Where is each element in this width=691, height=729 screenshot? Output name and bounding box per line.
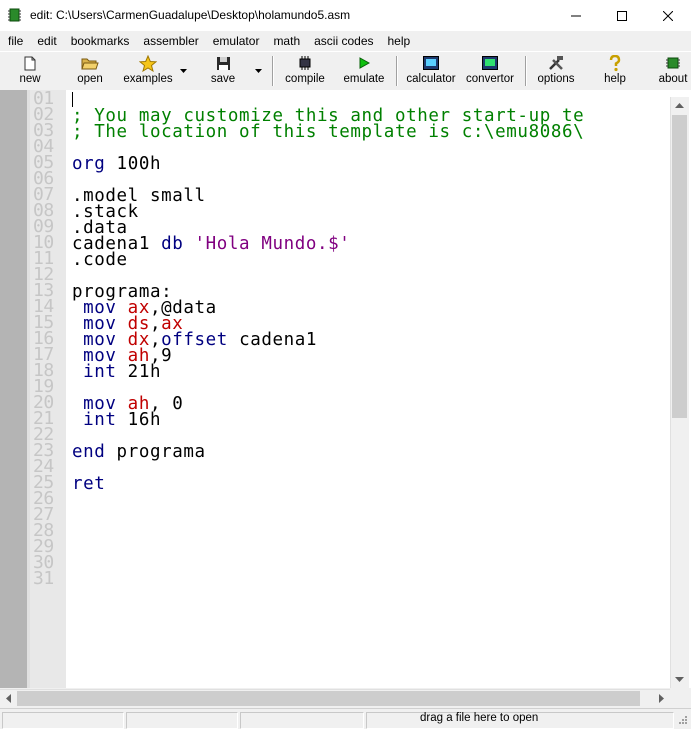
bookmark-gutter[interactable] xyxy=(0,90,27,688)
keyword: int xyxy=(72,410,117,430)
menu-bookmarks[interactable]: bookmarks xyxy=(63,34,136,48)
calculator-label: calculator xyxy=(406,73,456,85)
minimize-button[interactable] xyxy=(553,0,599,31)
save-label: save xyxy=(210,73,236,85)
floppy-icon xyxy=(216,56,230,70)
new-file-icon xyxy=(24,56,36,70)
operand: 16h xyxy=(116,410,162,430)
toolbar: new open examples save compile emulate c… xyxy=(0,51,691,91)
code-line-11: .code xyxy=(72,250,128,270)
about-button[interactable]: about xyxy=(655,54,691,88)
menu-help[interactable]: help xyxy=(380,34,417,48)
save-button[interactable]: save xyxy=(206,54,240,88)
help-question-icon xyxy=(609,54,621,71)
operand: 21h xyxy=(116,362,162,382)
close-icon xyxy=(663,10,673,21)
menu-edit[interactable]: edit xyxy=(29,34,62,48)
menu-bar: file edit bookmarks assembler emulator m… xyxy=(0,31,691,51)
resize-grip-icon[interactable] xyxy=(676,715,688,727)
options-button[interactable]: options xyxy=(533,54,579,88)
examples-button[interactable]: examples xyxy=(122,54,174,88)
help-label: help xyxy=(604,73,626,85)
convertor-icon xyxy=(482,56,498,70)
code-line-18: int 21h xyxy=(72,362,162,382)
new-label: new xyxy=(19,73,41,85)
code-line-21: int 16h xyxy=(72,410,162,430)
scroll-up-button[interactable] xyxy=(671,97,688,114)
emulate-label: emulate xyxy=(343,73,385,85)
keyword: end xyxy=(72,442,106,462)
menu-ascii-codes[interactable]: ascii codes xyxy=(306,34,379,48)
app-icon xyxy=(8,8,21,22)
examples-label: examples xyxy=(123,73,173,85)
open-button[interactable]: open xyxy=(70,54,110,88)
title-bar: edit: C:\Users\CarmenGuadalupe\Desktop\h… xyxy=(0,0,691,31)
toolbar-separator xyxy=(525,56,527,86)
window-title: edit: C:\Users\CarmenGuadalupe\Desktop\h… xyxy=(30,8,351,22)
new-button[interactable]: new xyxy=(12,54,48,88)
line-number: 31 xyxy=(33,568,54,589)
arrow-up-icon xyxy=(675,103,684,108)
code-line-25: ret xyxy=(72,474,106,494)
status-bar: drag a file here to open xyxy=(0,708,691,729)
keyword: org xyxy=(72,154,106,174)
vertical-scroll-thumb[interactable] xyxy=(672,115,687,418)
calculator-icon xyxy=(423,56,439,70)
operand: cadena1 xyxy=(227,330,318,350)
about-label: about xyxy=(658,73,688,85)
scroll-left-button[interactable] xyxy=(0,690,17,707)
compile-label: compile xyxy=(285,73,325,85)
convertor-label: convertor xyxy=(466,73,514,85)
text-cursor xyxy=(72,92,73,107)
toolbar-separator xyxy=(272,56,274,86)
vertical-scrollbar[interactable] xyxy=(670,97,689,688)
examples-dropdown-icon[interactable] xyxy=(180,69,187,73)
calculator-button[interactable]: calculator xyxy=(402,54,460,88)
operand: programa xyxy=(105,442,206,462)
operand: 100h xyxy=(105,154,162,174)
toolbar-separator xyxy=(396,56,398,86)
status-cell-mode xyxy=(126,712,238,729)
emulate-button[interactable]: emulate xyxy=(340,54,388,88)
compile-button[interactable]: compile xyxy=(281,54,329,88)
convertor-button[interactable]: convertor xyxy=(462,54,518,88)
code-line-3: ; The location of this template is c:\em… xyxy=(72,122,585,142)
minimize-icon xyxy=(571,15,581,16)
menu-math[interactable]: math xyxy=(265,34,306,48)
keyword: int xyxy=(72,362,117,382)
star-icon xyxy=(139,54,157,72)
tools-icon xyxy=(549,56,563,70)
status-cell-info xyxy=(240,712,364,729)
scroll-corner xyxy=(670,689,691,707)
drag-file-hint: drag a file here to open xyxy=(420,712,539,724)
arrow-down-icon xyxy=(675,677,684,682)
keyword: db xyxy=(161,234,184,254)
menu-file[interactable]: file xyxy=(0,34,29,48)
code-line-23: end programa xyxy=(72,442,206,462)
scroll-right-button[interactable] xyxy=(653,690,670,707)
code-line-5: org 100h xyxy=(72,154,162,174)
maximize-icon xyxy=(617,10,627,21)
menu-assembler[interactable]: assembler xyxy=(135,34,204,48)
play-icon xyxy=(359,57,370,69)
close-button[interactable] xyxy=(645,0,691,31)
scroll-down-button[interactable] xyxy=(671,671,688,688)
string-literal: 'Hola Mundo.$' xyxy=(183,234,351,254)
status-cell-position xyxy=(2,712,124,729)
arrow-left-icon xyxy=(6,694,11,703)
help-button[interactable]: help xyxy=(600,54,630,88)
menu-emulator[interactable]: emulator xyxy=(205,34,266,48)
open-label: open xyxy=(77,73,103,85)
open-folder-icon xyxy=(81,58,99,69)
save-dropdown-icon[interactable] xyxy=(255,69,262,73)
code-editor[interactable] xyxy=(0,90,691,688)
options-label: options xyxy=(537,73,575,85)
horizontal-scroll-thumb[interactable] xyxy=(17,691,640,706)
about-chip-icon xyxy=(666,57,680,69)
arrow-right-icon xyxy=(659,694,664,703)
horizontal-scrollbar[interactable] xyxy=(0,689,670,707)
compile-chip-icon xyxy=(299,56,311,70)
maximize-button[interactable] xyxy=(599,0,645,31)
